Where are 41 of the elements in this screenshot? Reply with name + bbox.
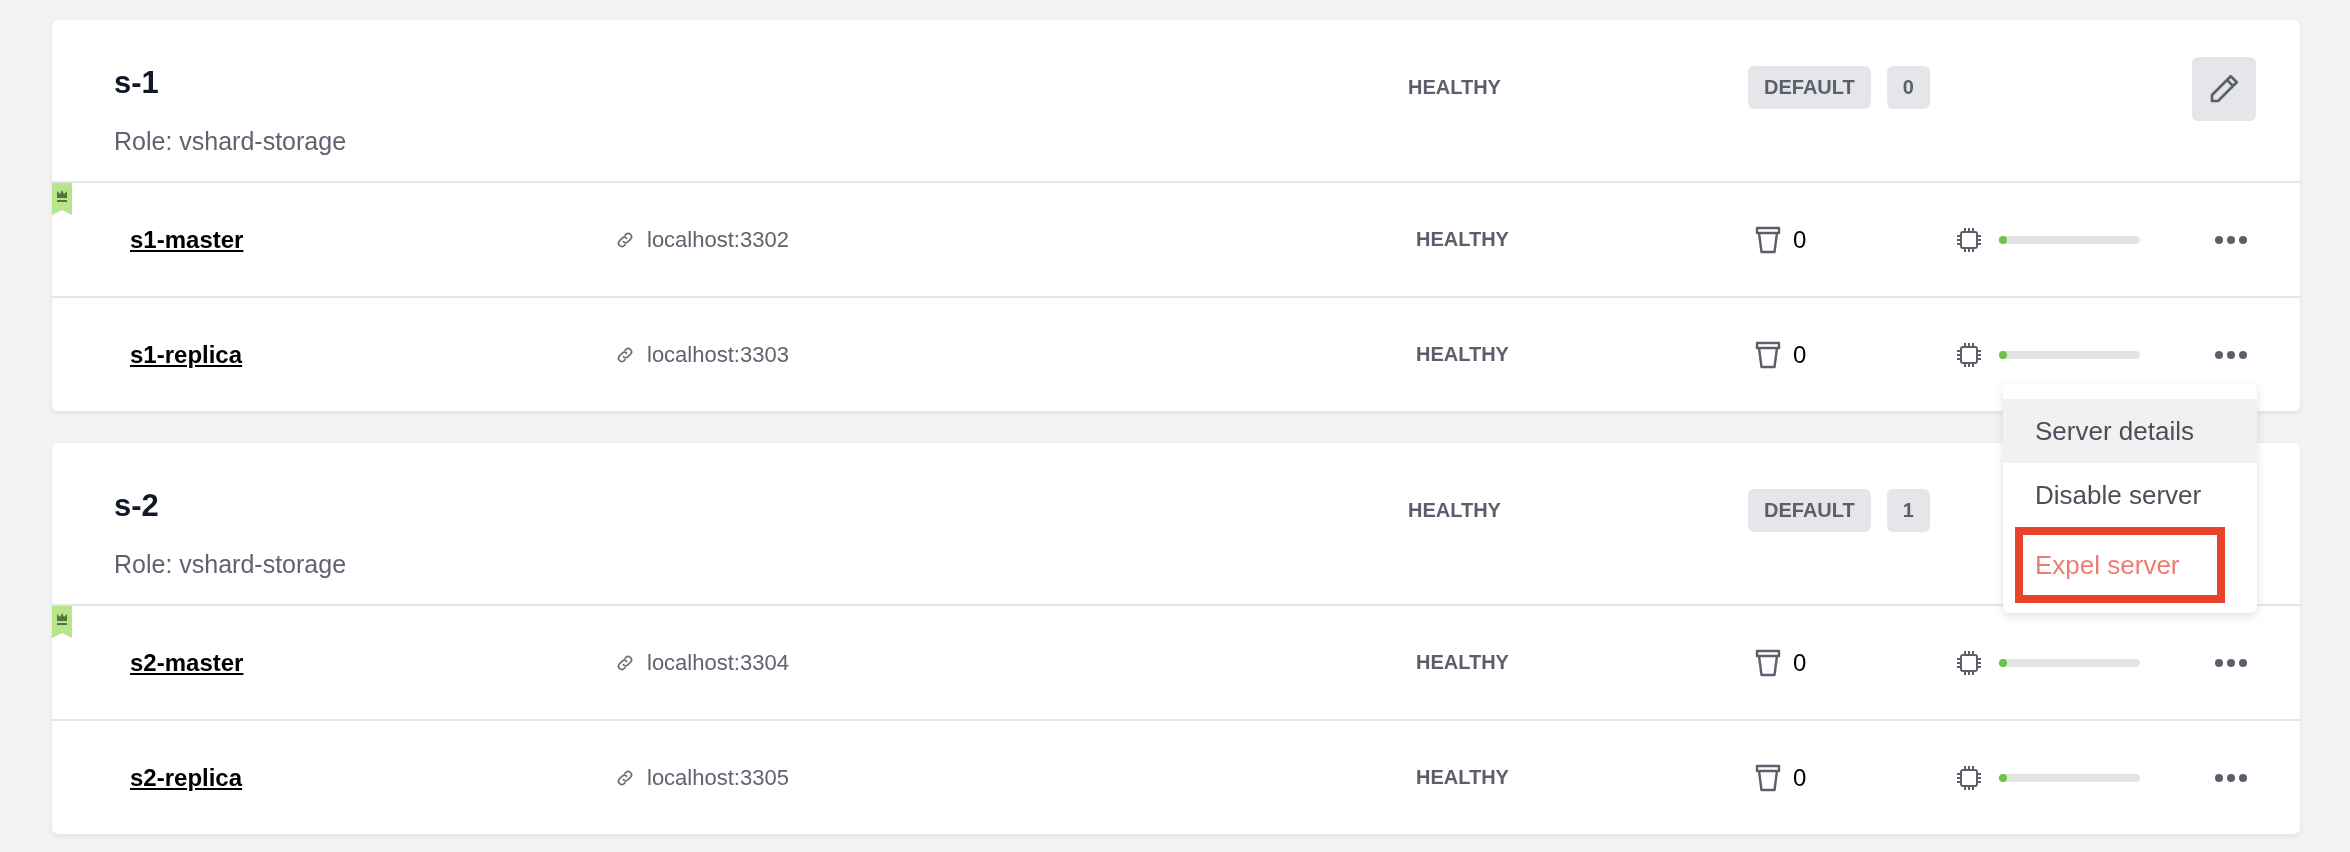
- bucket-icon: [1755, 340, 1781, 369]
- bucket-icon: [1755, 648, 1781, 677]
- bucket-icon: [1755, 225, 1781, 254]
- status-label: HEALTHY: [1416, 651, 1510, 674]
- server-name-link[interactable]: s1-replica: [130, 340, 243, 369]
- status-label: HEALTHY: [1416, 766, 1510, 789]
- shard-role: Role: vshard-storage: [114, 550, 348, 579]
- more-icon: [2214, 349, 2248, 360]
- bucket-count: 0: [1793, 763, 1807, 792]
- shard-title: s-2: [114, 488, 160, 524]
- server-address: localhost:3305: [647, 764, 789, 791]
- shard-title: s-1: [114, 65, 160, 101]
- chip-icon: [1955, 340, 1983, 369]
- server-address: localhost:3304: [647, 649, 789, 676]
- server-name-link[interactable]: s2-master: [130, 648, 244, 677]
- status-label: HEALTHY: [1416, 228, 1510, 251]
- weight-badge: 1: [1886, 489, 1930, 532]
- edit-button[interactable]: [2192, 57, 2256, 121]
- bucket-count: 0: [1793, 340, 1807, 369]
- weight-badge: 0: [1886, 66, 1930, 109]
- status-label: HEALTHY: [1416, 343, 1510, 366]
- chip-icon: [1955, 648, 1983, 677]
- status-label: HEALTHY: [1408, 499, 1502, 522]
- status-label: HEALTHY: [1408, 76, 1502, 99]
- menu-item[interactable]: Disable server: [2003, 463, 2257, 527]
- chip-icon: [1955, 225, 1983, 254]
- more-icon: [2214, 772, 2248, 783]
- server-name-link[interactable]: s1-master: [130, 225, 244, 254]
- group-badge: DEFAULT: [1748, 66, 1871, 109]
- bucket-count: 0: [1793, 225, 1807, 254]
- chip-icon: [1955, 763, 1983, 792]
- bucket-icon: [1755, 763, 1781, 792]
- server-address: localhost:3303: [647, 341, 789, 368]
- server-address: localhost:3302: [647, 226, 789, 253]
- menu-item[interactable]: Server details: [2003, 399, 2257, 463]
- more-icon: [2214, 657, 2248, 668]
- bucket-count: 0: [1793, 648, 1807, 677]
- shard-role: Role: vshard-storage: [114, 127, 348, 156]
- server-name-link[interactable]: s2-replica: [130, 763, 243, 792]
- group-badge: DEFAULT: [1748, 489, 1871, 532]
- more-icon: [2214, 234, 2248, 245]
